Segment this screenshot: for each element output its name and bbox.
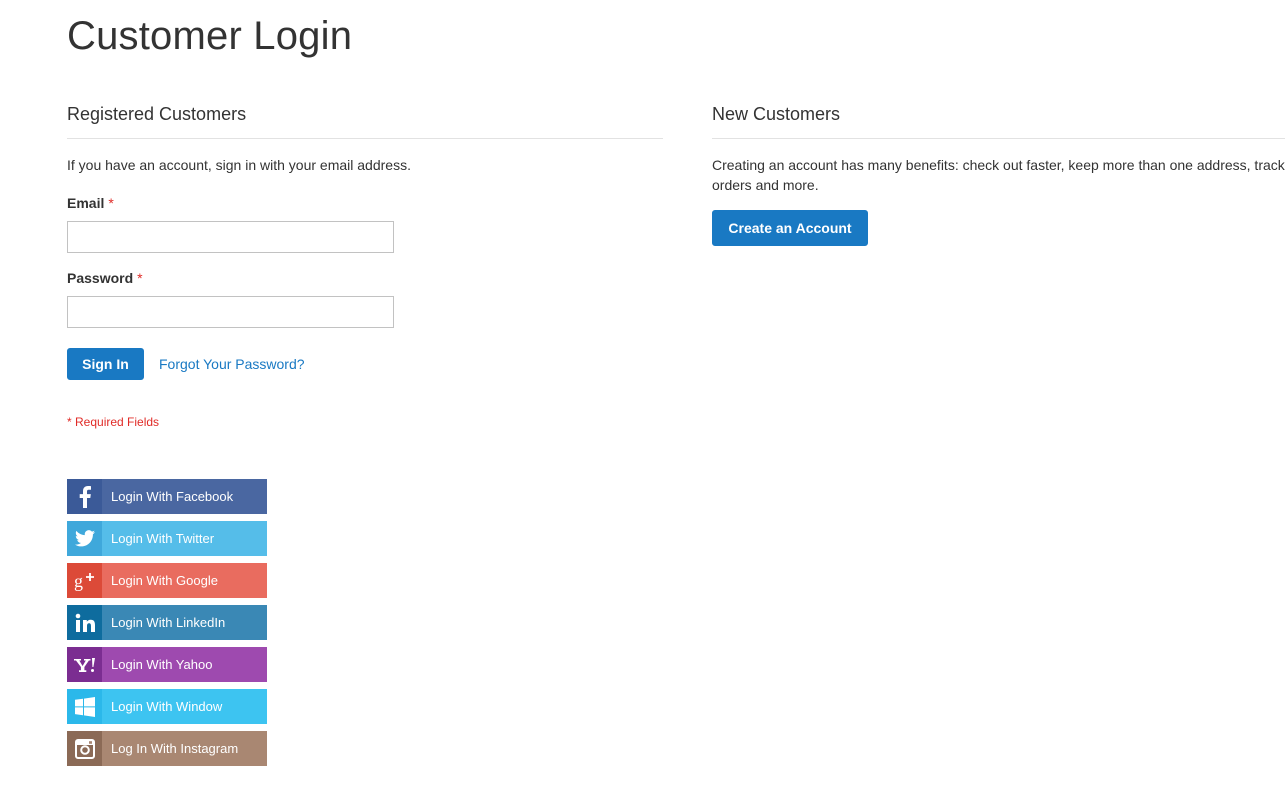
new-customers-block: New Customers Creating an account has ma… bbox=[712, 104, 1285, 246]
email-label: Email * bbox=[67, 195, 663, 211]
forgot-password-link[interactable]: Forgot Your Password? bbox=[159, 356, 305, 372]
login-actions: Sign In Forgot Your Password? bbox=[67, 348, 663, 380]
google-login-label: Login With Google bbox=[102, 563, 267, 598]
google-login-button[interactable]: g Login With Google bbox=[67, 563, 267, 598]
create-account-button[interactable]: Create an Account bbox=[712, 210, 868, 246]
page-title: Customer Login bbox=[67, 14, 353, 58]
instagram-icon bbox=[67, 731, 102, 766]
google-plus-icon: g bbox=[67, 563, 102, 598]
windows-login-button[interactable]: Login With Window bbox=[67, 689, 267, 724]
registered-customers-title: Registered Customers bbox=[67, 104, 663, 139]
svg-text:g: g bbox=[74, 571, 83, 591]
password-label: Password * bbox=[67, 270, 663, 286]
instagram-login-label: Log In With Instagram bbox=[102, 731, 267, 766]
email-label-text: Email bbox=[67, 195, 105, 211]
password-required-mark: * bbox=[137, 270, 143, 286]
required-fields-note: * Required Fields bbox=[67, 415, 160, 429]
yahoo-icon bbox=[67, 647, 102, 682]
facebook-login-button[interactable]: Login With Facebook bbox=[67, 479, 267, 514]
windows-login-label: Login With Window bbox=[102, 689, 267, 724]
password-group: Password * bbox=[67, 270, 663, 328]
facebook-login-label: Login With Facebook bbox=[102, 479, 267, 514]
linkedin-login-button[interactable]: Login With LinkedIn bbox=[67, 605, 267, 640]
yahoo-login-label: Login With Yahoo bbox=[102, 647, 267, 682]
instagram-login-button[interactable]: Log In With Instagram bbox=[67, 731, 267, 766]
new-customers-intro: Creating an account has many benefits: c… bbox=[712, 157, 1285, 193]
registered-customers-block: Registered Customers If you have an acco… bbox=[67, 104, 663, 429]
twitter-icon bbox=[67, 521, 102, 556]
email-required-mark: * bbox=[108, 195, 114, 211]
email-field[interactable] bbox=[67, 221, 394, 253]
twitter-login-button[interactable]: Login With Twitter bbox=[67, 521, 267, 556]
password-label-text: Password bbox=[67, 270, 134, 286]
password-field[interactable] bbox=[67, 296, 394, 328]
new-customers-title: New Customers bbox=[712, 104, 1285, 139]
facebook-icon bbox=[67, 479, 102, 514]
linkedin-login-label: Login With LinkedIn bbox=[102, 605, 267, 640]
sign-in-button[interactable]: Sign In bbox=[67, 348, 144, 380]
twitter-login-label: Login With Twitter bbox=[102, 521, 267, 556]
email-group: Email * bbox=[67, 195, 663, 253]
windows-icon bbox=[67, 689, 102, 724]
registered-intro: If you have an account, sign in with you… bbox=[67, 157, 411, 173]
yahoo-login-button[interactable]: Login With Yahoo bbox=[67, 647, 267, 682]
linkedin-icon bbox=[67, 605, 102, 640]
